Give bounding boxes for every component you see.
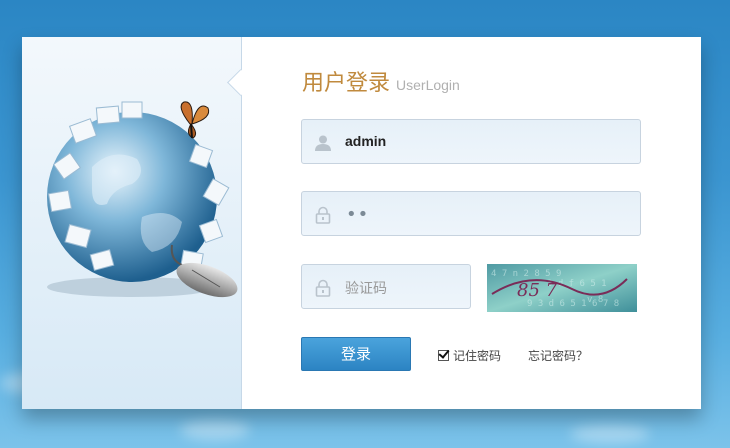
- login-panel: 用户登录 UserLogin admin •• 验证码 4 7 n 2 8 5 …: [22, 37, 701, 409]
- captcha-field[interactable]: 验证码: [301, 264, 471, 309]
- password-value: ••: [346, 204, 370, 225]
- captcha-placeholder: 验证码: [345, 281, 387, 297]
- background-cloud: [570, 425, 650, 443]
- remember-label: 记住密码: [453, 349, 502, 363]
- username-value: admin: [345, 133, 387, 149]
- lock-icon: [314, 279, 332, 297]
- remember-password[interactable]: 记住密码: [438, 347, 501, 364]
- user-icon: [314, 134, 332, 152]
- puzzle-globe-illustration: [32, 87, 242, 317]
- forgot-password-link[interactable]: 忘记密码？: [528, 347, 588, 364]
- password-field[interactable]: ••: [301, 191, 641, 236]
- login-button[interactable]: 登录: [301, 337, 411, 371]
- remember-checkbox[interactable]: [438, 350, 449, 361]
- background-cloud: [180, 420, 250, 440]
- login-form: 用户登录 UserLogin admin •• 验证码 4 7 n 2 8 5 …: [242, 37, 701, 409]
- captcha-image[interactable]: 4 7 n 2 8 5 9 3 d f 6 5 1 9 3 d 6 5 1 6 …: [487, 264, 637, 312]
- captcha-text: 85 7: [517, 280, 558, 301]
- title-en: UserLogin: [396, 77, 460, 93]
- lock-icon: [314, 206, 332, 224]
- svg-text:4 7 n 2 8 5 9: 4 7 n 2 8 5 9: [491, 269, 561, 279]
- illustration-panel: [22, 37, 242, 409]
- username-field[interactable]: admin: [301, 119, 641, 164]
- svg-text:v 8: v 8: [587, 295, 603, 305]
- page-title: 用户登录 UserLogin: [302, 65, 460, 97]
- title-zh: 用户登录: [302, 71, 391, 96]
